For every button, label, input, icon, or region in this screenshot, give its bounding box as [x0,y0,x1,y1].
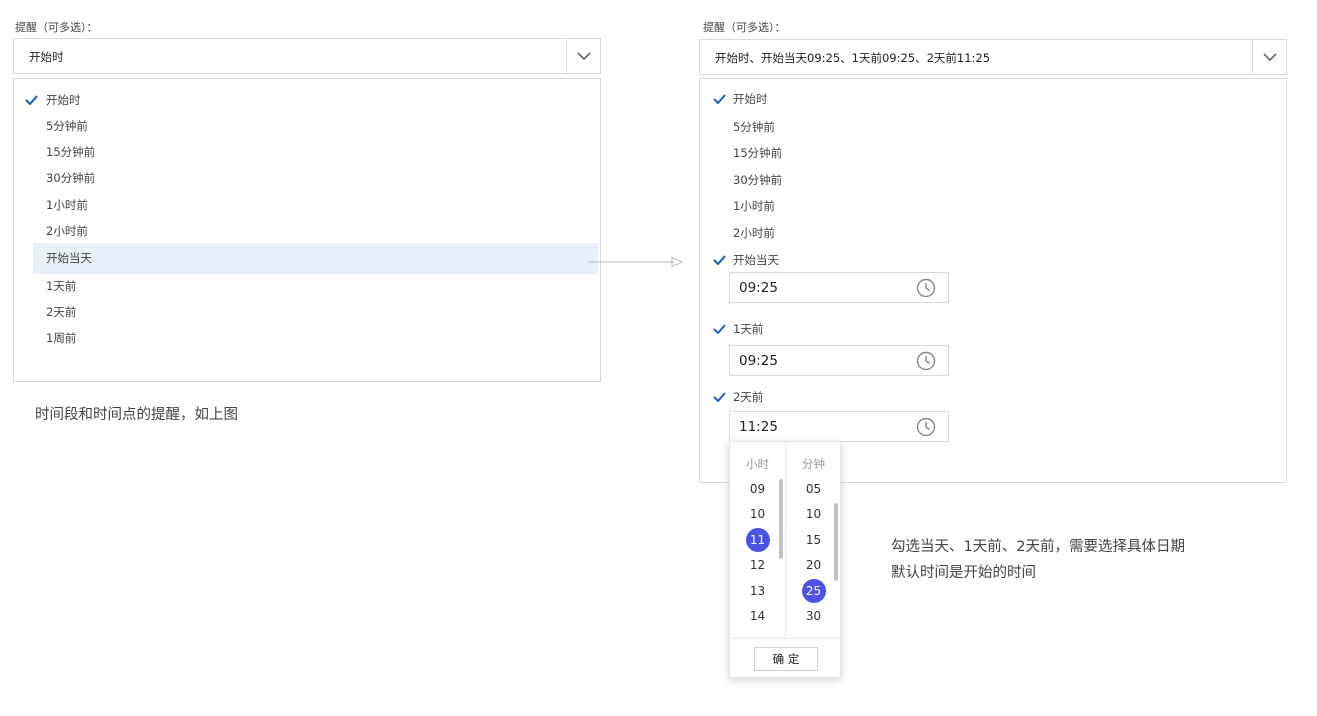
right-reminder-select[interactable]: 开始时、开始当天09:25、1天前09:25、2天前11:25 [699,39,1287,75]
left-option-label: 2天前 [46,305,77,319]
time-value: 09:25 [739,353,778,369]
left-option-item[interactable]: 1天前 [33,273,583,299]
right-option-item[interactable]: 30分钟前 [720,167,1260,193]
right-options-dropdown: 开始时 5分钟前 15分钟前 30分钟前 1小时前 2小时前 开始当天 09:2… [699,78,1287,483]
minute-column-header: 分钟 [802,457,825,471]
clock-icon[interactable] [916,278,936,298]
left-option-item[interactable]: 30分钟前 [33,165,583,191]
left-option-item[interactable]: 2小时前 [33,218,583,244]
right-option-label: 2小时前 [733,226,775,240]
left-option-label: 15分钟前 [46,145,96,159]
right-option-label: 1小时前 [733,199,775,213]
chevron-down-icon [1262,52,1277,61]
left-option-item[interactable]: 15分钟前 [33,139,583,165]
left-option-item[interactable]: 2天前 [33,299,583,325]
left-option-item[interactable]: 5分钟前 [33,113,583,139]
right-option-item[interactable]: 1天前 [713,316,1260,342]
left-selected-value: 开始时 [29,50,64,64]
chevron-down-icon [576,51,591,60]
arrow-connector-icon [588,256,684,268]
right-note-line2: 默认时间是开始的时间 [891,565,1036,581]
left-option-label: 1天前 [46,279,77,293]
right-reminder-label: 提醒（可多选）： [703,21,786,34]
right-option-label: 2天前 [733,390,764,404]
hour-option[interactable]: 13 [730,579,785,603]
hour-option[interactable]: 14 [730,604,785,628]
right-dropdown-toggle[interactable] [1252,40,1286,74]
hour-column[interactable]: 小时 09 10 11 12 13 14 [730,442,785,638]
right-option-label: 开始当天 [733,253,779,267]
right-option-item[interactable]: 开始时 [713,86,1260,112]
right-option-item[interactable]: 2天前 [713,384,1260,410]
left-option-label: 开始当天 [46,251,92,265]
right-option-item[interactable]: 开始当天 [713,247,1260,273]
right-option-item[interactable]: 5分钟前 [720,114,1260,140]
right-option-label: 30分钟前 [733,173,783,187]
hour-option-selected[interactable]: 11 [730,528,785,552]
minute-option[interactable]: 20 [786,553,841,577]
right-option-label: 开始时 [733,92,768,106]
picker-footer-divider [730,638,840,639]
right-option-label: 5分钟前 [733,120,775,134]
same-day-time-input[interactable]: 09:25 [729,272,949,303]
left-options-dropdown: 开始时 5分钟前 15分钟前 30分钟前 1小时前 2小时前 开始当天 1天前 … [13,78,601,382]
checkmark-icon [713,392,726,402]
minute-scrollbar[interactable] [834,503,838,581]
left-option-item[interactable]: 开始时 [25,87,583,113]
time-picker-popup: 小时 09 10 11 12 13 14 分钟 05 10 15 20 25 3… [729,441,841,678]
left-option-item[interactable]: 1小时前 [33,192,583,218]
minute-option[interactable]: 05 [786,477,841,501]
hour-option[interactable]: 09 [730,477,785,501]
left-option-label: 开始时 [46,93,81,107]
one-day-before-time-input[interactable]: 09:25 [729,345,949,376]
right-option-label: 1天前 [733,322,764,336]
right-option-item[interactable]: 1小时前 [720,193,1260,219]
right-option-item[interactable]: 15分钟前 [720,140,1260,166]
left-dropdown-toggle[interactable] [566,39,600,73]
clock-icon[interactable] [916,351,936,371]
checkmark-icon [713,324,726,334]
confirm-button[interactable]: 确 定 [754,647,818,671]
left-option-item-hovered[interactable]: 开始当天 [33,243,598,274]
checkmark-icon [713,94,726,104]
hour-scrollbar[interactable] [779,479,783,559]
left-option-label: 5分钟前 [46,119,88,133]
hour-option[interactable]: 10 [730,502,785,526]
left-option-label: 2小时前 [46,224,88,238]
clock-icon[interactable] [916,417,936,437]
right-selected-value: 开始时、开始当天09:25、1天前09:25、2天前11:25 [715,51,991,65]
time-value: 11:25 [739,419,778,435]
right-note-line1: 勾选当天、1天前、2天前，需要选择具体日期 [891,539,1185,555]
left-reminder-select[interactable]: 开始时 [13,38,601,74]
left-option-item[interactable]: 1周前 [33,325,583,351]
hour-option[interactable]: 12 [730,553,785,577]
time-value: 09:25 [739,280,778,296]
checkmark-icon [713,255,726,265]
two-days-before-time-input[interactable]: 11:25 [729,411,949,442]
left-option-label: 30分钟前 [46,171,96,185]
minute-column[interactable]: 分钟 05 10 15 20 25 30 [786,442,841,638]
right-option-label: 15分钟前 [733,146,783,160]
minute-option[interactable]: 10 [786,502,841,526]
minute-option[interactable]: 15 [786,528,841,552]
left-option-label: 1周前 [46,331,77,345]
checkmark-icon [25,95,38,105]
right-option-item[interactable]: 2小时前 [720,220,1260,246]
left-caption: 时间段和时间点的提醒，如上图 [35,407,238,423]
minute-option-selected[interactable]: 25 [786,579,841,603]
minute-option[interactable]: 30 [786,604,841,628]
left-option-label: 1小时前 [46,198,88,212]
left-reminder-label: 提醒（可多选）： [15,21,98,34]
hour-column-header: 小时 [746,457,769,471]
